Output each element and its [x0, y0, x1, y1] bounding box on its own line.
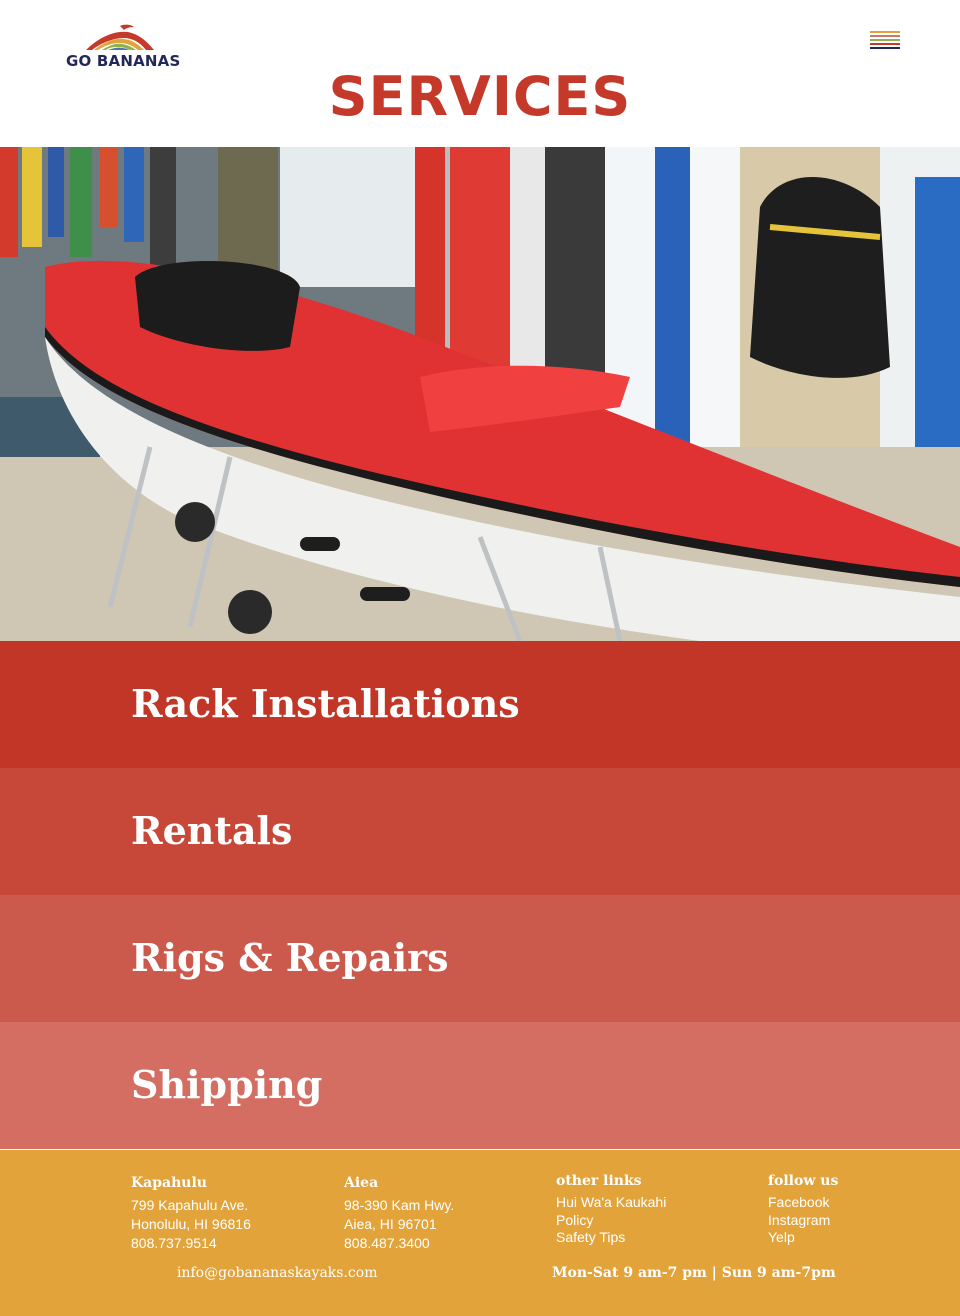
- menu-stripe: [870, 39, 900, 41]
- address-line: 98-390 Kam Hwy.: [344, 1197, 455, 1213]
- location-kapahulu: Kapahulu 799 Kapahulu Ave. Honolulu, HI …: [131, 1174, 251, 1253]
- social-link-instagram[interactable]: Instagram: [768, 1212, 838, 1230]
- email-link[interactable]: info@gobananaskayaks.com: [177, 1265, 377, 1281]
- bird-logo-icon: [86, 24, 154, 50]
- store-hours: Mon-Sat 9 am-7 pm | Sun 9 am-7pm: [552, 1265, 836, 1281]
- phone-number[interactable]: 808.487.3400: [344, 1234, 454, 1253]
- hamburger-menu-icon[interactable]: [870, 31, 900, 55]
- location-title: Aiea: [344, 1175, 379, 1191]
- other-links: other links Hui Wa'a Kaukahi Policy Safe…: [556, 1172, 666, 1247]
- menu-stripe: [870, 47, 900, 49]
- kayak-shop-photo: [0, 147, 960, 641]
- follow-us-title: follow us: [768, 1173, 839, 1189]
- footer-link-policy[interactable]: Policy: [556, 1212, 666, 1230]
- location-aiea: Aiea 98-390 Kam Hwy. Aiea, HI 96701 808.…: [344, 1174, 454, 1253]
- footer-link-safety-tips[interactable]: Safety Tips: [556, 1229, 666, 1247]
- address-line: 799 Kapahulu Ave.: [131, 1197, 249, 1213]
- phone-number[interactable]: 808.737.9514: [131, 1234, 251, 1253]
- location-title: Kapahulu: [131, 1175, 207, 1191]
- address-line: Honolulu, HI 96816: [131, 1216, 251, 1232]
- service-shipping[interactable]: Shipping: [0, 1022, 960, 1149]
- follow-us: follow us Facebook Instagram Yelp: [768, 1172, 838, 1247]
- service-label: Shipping: [131, 1062, 323, 1107]
- service-label: Rigs & Repairs: [131, 935, 449, 980]
- service-rentals[interactable]: Rentals: [0, 768, 960, 895]
- footer-link-hui-waa-kaukahi[interactable]: Hui Wa'a Kaukahi: [556, 1194, 666, 1212]
- menu-stripe: [870, 43, 900, 45]
- social-link-yelp[interactable]: Yelp: [768, 1229, 838, 1247]
- social-link-facebook[interactable]: Facebook: [768, 1194, 838, 1212]
- menu-stripe: [870, 31, 900, 33]
- kayak-shop-illustration: [0, 147, 960, 641]
- service-label: Rentals: [131, 808, 293, 853]
- site-header: GO BANANAS SERVICES: [0, 0, 960, 147]
- address-line: Aiea, HI 96701: [344, 1216, 437, 1232]
- other-links-title: other links: [556, 1173, 642, 1189]
- go-bananas-logo[interactable]: GO BANANAS: [66, 22, 180, 72]
- service-label: Rack Installations: [131, 681, 520, 726]
- site-footer: Kapahulu 799 Kapahulu Ave. Honolulu, HI …: [0, 1150, 960, 1316]
- service-rigs-repairs[interactable]: Rigs & Repairs: [0, 895, 960, 1022]
- service-rack-installations[interactable]: Rack Installations: [0, 641, 960, 768]
- page-title: SERVICES: [328, 65, 632, 128]
- menu-stripe: [870, 35, 900, 37]
